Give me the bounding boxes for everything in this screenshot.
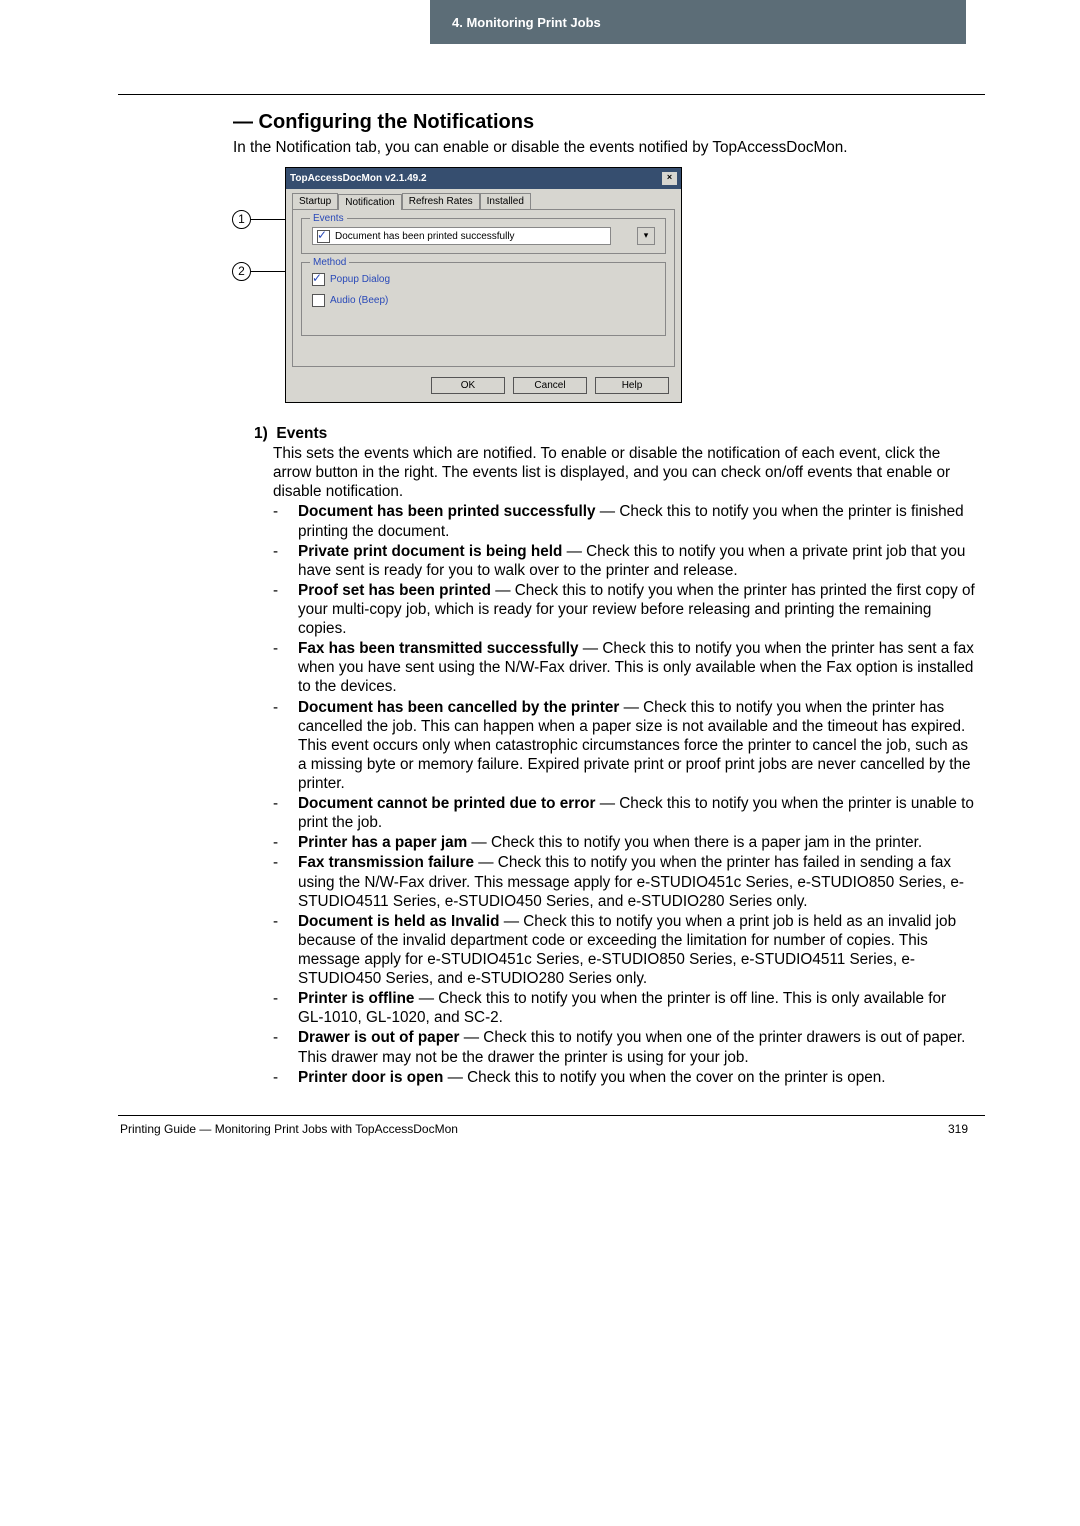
list-item: Document has been printed successfully —… bbox=[273, 502, 975, 540]
list-item: Fax transmission failure — Check this to… bbox=[273, 853, 975, 910]
callout-1: 1 bbox=[232, 210, 286, 229]
popup-label: Popup Dialog bbox=[330, 274, 390, 285]
list-item: Printer door is open — Check this to not… bbox=[273, 1068, 975, 1087]
event-selected-text: Document has been printed successfully bbox=[335, 231, 515, 242]
dialog-tabs: Startup Notification Refresh Rates Insta… bbox=[292, 193, 675, 209]
tab-refresh-rates[interactable]: Refresh Rates bbox=[402, 193, 480, 209]
list-item: Drawer is out of paper — Check this to n… bbox=[273, 1028, 975, 1066]
tab-installed[interactable]: Installed bbox=[480, 193, 531, 209]
callout-2: 2 bbox=[232, 262, 286, 281]
events-description: This sets the events which are notified.… bbox=[273, 444, 975, 501]
tab-notification[interactable]: Notification bbox=[338, 194, 401, 210]
list-item: Private print document is being held — C… bbox=[273, 542, 975, 580]
list-item: Document has been cancelled by the print… bbox=[273, 698, 975, 794]
dialog-window: TopAccessDocMon v2.1.49.2 × Startup Noti… bbox=[285, 167, 682, 403]
events-group-title: Events bbox=[310, 213, 347, 224]
list-item: Document is held as Invalid — Check this… bbox=[273, 912, 975, 988]
list-item: Printer has a paper jam — Check this to … bbox=[273, 833, 975, 852]
dialog-figure: 1 2 TopAccessDocMon v2.1.49.2 × Startup … bbox=[256, 167, 674, 403]
tab-startup[interactable]: Startup bbox=[292, 193, 338, 209]
list-item: Document cannot be printed due to error … bbox=[273, 794, 975, 832]
list-item: Printer is offline — Check this to notif… bbox=[273, 989, 975, 1027]
ok-button[interactable]: OK bbox=[431, 377, 505, 394]
callout-line-2 bbox=[251, 271, 286, 272]
callout-number-2: 2 bbox=[232, 262, 251, 281]
method-group-title: Method bbox=[310, 257, 349, 268]
footer-rule bbox=[118, 1115, 985, 1116]
help-button[interactable]: Help bbox=[595, 377, 669, 394]
events-list: Document has been printed successfully —… bbox=[273, 502, 975, 1086]
intro-paragraph: In the Notification tab, you can enable … bbox=[233, 138, 975, 157]
popup-checkbox[interactable] bbox=[312, 273, 325, 286]
events-label: Events bbox=[276, 425, 327, 442]
top-rule bbox=[118, 94, 985, 95]
dropdown-icon[interactable]: ▾ bbox=[637, 227, 655, 245]
events-number: 1) bbox=[254, 425, 268, 442]
section-title: — Configuring the Notifications bbox=[233, 111, 975, 134]
dialog-title-text: TopAccessDocMon v2.1.49.2 bbox=[290, 173, 427, 184]
chapter-header: 4. Monitoring Print Jobs bbox=[430, 0, 966, 44]
cancel-button[interactable]: Cancel bbox=[513, 377, 587, 394]
audio-checkbox[interactable] bbox=[312, 294, 325, 307]
footer-left: Printing Guide — Monitoring Print Jobs w… bbox=[120, 1122, 458, 1136]
method-group: Method Popup Dialog Audio (Beep) bbox=[301, 262, 666, 336]
dialog-titlebar: TopAccessDocMon v2.1.49.2 × bbox=[286, 168, 681, 189]
audio-label: Audio (Beep) bbox=[330, 295, 388, 306]
events-combobox[interactable]: Document has been printed successfully bbox=[312, 227, 611, 245]
chapter-title: 4. Monitoring Print Jobs bbox=[452, 15, 601, 30]
list-item: Fax has been transmitted successfully — … bbox=[273, 639, 975, 696]
footer: Printing Guide — Monitoring Print Jobs w… bbox=[0, 1115, 1080, 1136]
close-icon[interactable]: × bbox=[662, 172, 677, 185]
event-checkbox[interactable] bbox=[317, 230, 330, 243]
list-item: Proof set has been printed — Check this … bbox=[273, 581, 975, 638]
footer-page-number: 319 bbox=[948, 1122, 968, 1136]
callout-number-1: 1 bbox=[232, 210, 251, 229]
callout-line-1 bbox=[251, 219, 286, 220]
events-heading: 1) Events bbox=[254, 425, 975, 443]
events-group: Events Document has been printed success… bbox=[301, 218, 666, 254]
